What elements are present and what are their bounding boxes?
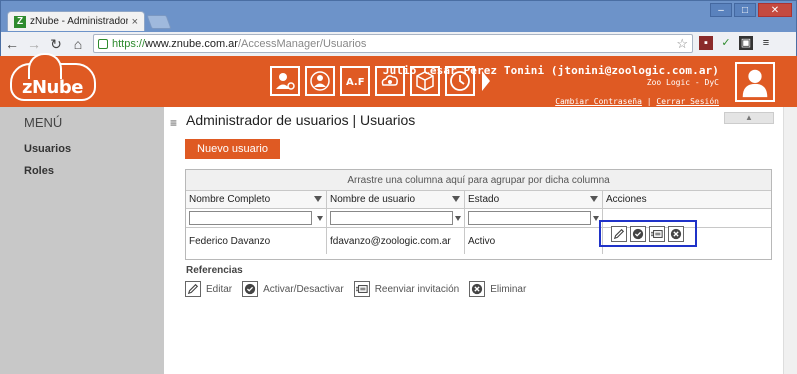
restore-button[interactable]: □ bbox=[734, 3, 756, 17]
svg-text:A.F: A.F bbox=[346, 77, 365, 88]
tab-title: zNube - Administrador de us bbox=[30, 16, 128, 27]
column-header-label: Nombre Completo bbox=[189, 194, 271, 205]
delete-icon[interactable] bbox=[668, 225, 684, 242]
sidebar: MENÚ Usuarios Roles bbox=[0, 107, 164, 374]
window-controls: – □ ✕ bbox=[710, 3, 792, 17]
reference-edit: Editar bbox=[185, 281, 232, 297]
filter-cell bbox=[327, 209, 465, 227]
filter-funnel-icon[interactable] bbox=[314, 196, 322, 202]
resend-invite-icon bbox=[353, 281, 370, 297]
toggle-active-icon bbox=[242, 281, 259, 297]
cell-status: Activo bbox=[465, 228, 603, 254]
row-actions bbox=[599, 220, 697, 247]
reference-label: Reenviar invitación bbox=[374, 283, 460, 295]
toggle-active-icon[interactable] bbox=[630, 225, 646, 242]
filter-status-input[interactable] bbox=[468, 211, 591, 225]
column-header-actions: Acciones bbox=[603, 191, 771, 208]
main-content: ≡ Administrador de usuarios | Usuarios ▲… bbox=[164, 107, 797, 374]
resend-invite-icon[interactable] bbox=[649, 225, 665, 242]
filter-cell bbox=[465, 209, 603, 227]
reload-icon[interactable]: ↻ bbox=[45, 36, 67, 53]
browser-toolbar: ← → ↻ ⌂ https:// www.znube.com.ar /Acces… bbox=[1, 32, 796, 56]
column-header-full-name[interactable]: Nombre Completo bbox=[186, 191, 327, 208]
filter-cell bbox=[186, 209, 327, 227]
tab-close-icon[interactable]: × bbox=[132, 16, 138, 28]
reference-label: Eliminar bbox=[490, 283, 527, 295]
page-title: Administrador de usuarios | Usuarios bbox=[186, 112, 416, 128]
column-header-status[interactable]: Estado bbox=[465, 191, 603, 208]
browser-tab[interactable]: Z zNube - Administrador de us × bbox=[7, 11, 145, 31]
delete-icon bbox=[469, 281, 486, 297]
znube-logo[interactable]: zNube bbox=[10, 53, 96, 101]
filter-funnel-icon[interactable] bbox=[455, 216, 461, 221]
filter-funnel-icon[interactable] bbox=[317, 216, 323, 221]
app-header: zNube A.F Julio Cesar Perez Tonini (jton… bbox=[0, 53, 797, 107]
column-header-label: Estado bbox=[468, 194, 500, 205]
edit-icon[interactable] bbox=[611, 225, 627, 242]
reference-toggle: Activar/Desactivar bbox=[242, 281, 344, 297]
logo-text: zNube bbox=[22, 77, 83, 98]
new-user-button[interactable]: Nuevo usuario bbox=[185, 139, 280, 159]
filter-username-input[interactable] bbox=[330, 211, 453, 225]
forward-arrow-icon[interactable]: → bbox=[23, 36, 45, 52]
reference-delete: Eliminar bbox=[469, 281, 526, 297]
logout-link[interactable]: Cerrar Sesión bbox=[656, 97, 719, 106]
address-bar[interactable]: https:// www.znube.com.ar /AccessManager… bbox=[93, 34, 693, 53]
cell-full-name: Federico Davanzo bbox=[186, 228, 327, 254]
reference-resend: Reenviar invitación bbox=[353, 281, 460, 297]
references-title: Referencias bbox=[186, 265, 243, 276]
extension-icon[interactable]: ▪ bbox=[699, 36, 713, 50]
znube-favicon-icon: Z bbox=[14, 15, 26, 28]
url-protocol: https:// bbox=[112, 37, 146, 50]
change-password-link[interactable]: Cambiar Contraseña bbox=[555, 97, 642, 106]
column-header-label: Nombre de usuario bbox=[330, 194, 416, 205]
users-module-icon[interactable] bbox=[305, 66, 335, 96]
filter-full-name-input[interactable] bbox=[189, 211, 312, 225]
grid-header-row: Nombre Completo Nombre de usuario Estado… bbox=[186, 191, 771, 209]
filter-funnel-icon[interactable] bbox=[590, 196, 598, 202]
browser-window: Z zNube - Administrador de us × – □ ✕ ← … bbox=[0, 0, 797, 56]
references-legend: Editar Activar/Desactivar Reenviar invit… bbox=[185, 281, 536, 297]
user-info: Julio Cesar Perez Tonini (jtonini@zoolog… bbox=[383, 64, 719, 106]
lock-icon bbox=[98, 38, 108, 49]
users-grid: Arrastre una columna aquí para agrupar p… bbox=[185, 169, 772, 260]
reference-label: Editar bbox=[206, 283, 233, 295]
extension-icons: ▪ ✓ ▣ ≡ bbox=[699, 36, 773, 50]
url-host: www.znube.com.ar bbox=[145, 37, 238, 50]
sidebar-item-roles[interactable]: Roles bbox=[24, 165, 54, 177]
group-by-drop-zone[interactable]: Arrastre una columna aquí para agrupar p… bbox=[186, 170, 771, 191]
user-links: Cambiar Contraseña | Cerrar Sesión bbox=[555, 97, 719, 106]
avatar[interactable] bbox=[735, 62, 775, 102]
cell-username: fdavanzo@zoologic.com.ar bbox=[327, 228, 465, 254]
extension-icon[interactable]: ✓ bbox=[719, 36, 733, 50]
menu-title: MENÚ bbox=[24, 115, 63, 130]
af-module-icon[interactable]: A.F bbox=[340, 66, 370, 96]
vertical-scrollbar[interactable] bbox=[783, 107, 797, 374]
collapse-header-button[interactable]: ▲ bbox=[724, 112, 774, 124]
minimize-button[interactable]: – bbox=[710, 3, 732, 17]
sidebar-item-usuarios[interactable]: Usuarios bbox=[24, 143, 71, 155]
url-path: /AccessManager/Usuarios bbox=[237, 37, 367, 50]
filter-funnel-icon[interactable] bbox=[452, 196, 460, 202]
user-settings-icon[interactable] bbox=[270, 66, 300, 96]
bookmark-star-icon[interactable]: ☆ bbox=[676, 36, 688, 52]
column-header-username[interactable]: Nombre de usuario bbox=[327, 191, 465, 208]
hamburger-menu-icon[interactable]: ≡ bbox=[170, 116, 177, 130]
user-avatar-icon bbox=[742, 69, 768, 98]
reference-label: Activar/Desactivar bbox=[263, 283, 344, 295]
extension-icon[interactable]: ▣ bbox=[739, 36, 753, 50]
back-arrow-icon[interactable]: ← bbox=[1, 36, 23, 52]
chrome-menu-icon[interactable]: ≡ bbox=[759, 36, 773, 50]
close-window-button[interactable]: ✕ bbox=[758, 3, 792, 17]
user-name: Julio Cesar Perez Tonini (jtonini@zoolog… bbox=[382, 64, 719, 77]
column-header-label: Acciones bbox=[606, 194, 647, 205]
new-tab-button[interactable] bbox=[146, 15, 172, 29]
user-organization: Zoo Logic - DyC bbox=[646, 78, 719, 87]
home-icon[interactable]: ⌂ bbox=[67, 36, 89, 52]
edit-icon bbox=[185, 281, 201, 297]
